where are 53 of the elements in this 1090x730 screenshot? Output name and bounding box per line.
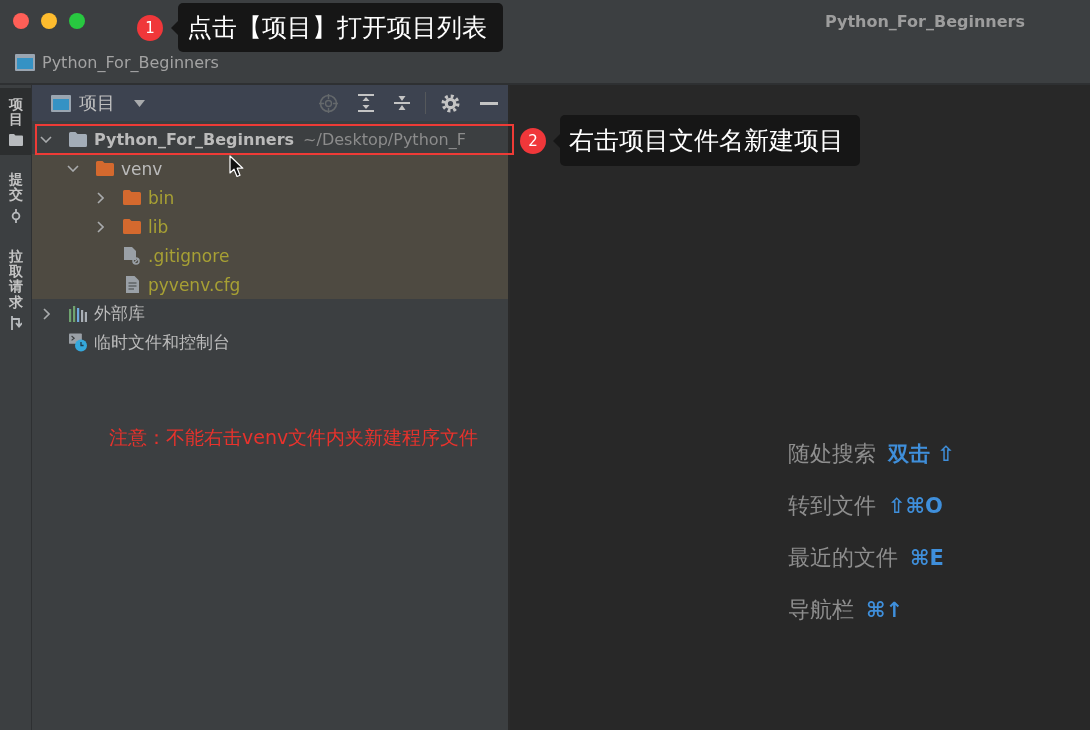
console-clock-icon xyxy=(69,332,87,353)
collapse-all-icon[interactable] xyxy=(394,94,410,112)
cursor-icon xyxy=(229,155,244,178)
minimize-icon[interactable] xyxy=(480,101,498,105)
tree-item[interactable]: Python_For_Beginners ~/Desktop/Python_F xyxy=(32,125,508,154)
view-selector[interactable]: 项目 xyxy=(51,91,145,115)
zoom-button[interactable] xyxy=(69,13,85,29)
breadcrumb-item[interactable]: Python_For_Beginners xyxy=(15,53,219,72)
tree-item[interactable]: lib xyxy=(32,212,508,241)
tree-item[interactable]: pyvenv.cfg xyxy=(32,270,508,299)
folder-icon xyxy=(96,161,114,176)
file-blocked-icon xyxy=(124,246,140,265)
window-title: Python_For_Beginners xyxy=(824,11,1025,31)
shortcut-text: ⌘E xyxy=(910,546,944,570)
annotation-callout: 右击项目文件名新建项目 xyxy=(553,115,860,166)
folder-icon xyxy=(123,219,141,234)
caret-down-icon xyxy=(134,99,145,107)
hint-label: 转到文件 xyxy=(788,492,876,520)
chevron-right-icon[interactable] xyxy=(42,307,50,320)
window-icon xyxy=(51,94,71,112)
bars-icon xyxy=(69,305,87,322)
tree-item[interactable]: .gitignore xyxy=(32,241,508,270)
shortcut-text: 双击 ⇧ xyxy=(888,441,955,468)
expand-all-icon[interactable] xyxy=(358,94,374,112)
text-file-icon xyxy=(125,276,139,293)
hint-label: 导航栏 xyxy=(788,596,854,624)
shortcut-text: ⌘↑ xyxy=(866,598,904,622)
folder-path: ~/Desktop/Python_F xyxy=(303,130,466,149)
shortcut-text: ⇧⌘O xyxy=(888,494,943,518)
window-icon xyxy=(15,54,35,71)
tool-tab[interactable]: 拉取请求 xyxy=(0,239,31,340)
chevron-right-icon[interactable] xyxy=(96,220,104,233)
tree-item[interactable]: 临时文件和控制台 xyxy=(32,328,508,357)
close-button[interactable] xyxy=(13,13,29,29)
chevron-down-icon[interactable] xyxy=(67,165,79,172)
minimize-button[interactable] xyxy=(41,13,57,29)
tree-item[interactable]: bin xyxy=(32,183,508,212)
chevron-down-icon[interactable] xyxy=(40,136,52,143)
settings-icon[interactable] xyxy=(441,93,460,113)
folder-icon xyxy=(8,133,23,146)
hint-label: 最近的文件 xyxy=(788,544,898,572)
hint-label: 随处搜索 xyxy=(788,440,876,468)
folder-icon xyxy=(123,190,141,205)
tree-item[interactable]: venv xyxy=(32,154,508,183)
chevron-right-icon[interactable] xyxy=(96,191,104,204)
commit-icon xyxy=(10,208,21,223)
tool-tab[interactable]: 项目 xyxy=(0,88,31,155)
tree-item[interactable]: 外部库 xyxy=(32,299,508,328)
annotation-callout: 点击【项目】打开项目列表 xyxy=(171,3,503,52)
warning-note: 注意：不能右击venv文件内夹新建程序文件 xyxy=(109,426,479,448)
folder-icon xyxy=(69,132,87,147)
branch-arrow-icon xyxy=(9,316,22,331)
tool-tab[interactable]: 提交 xyxy=(0,162,31,232)
